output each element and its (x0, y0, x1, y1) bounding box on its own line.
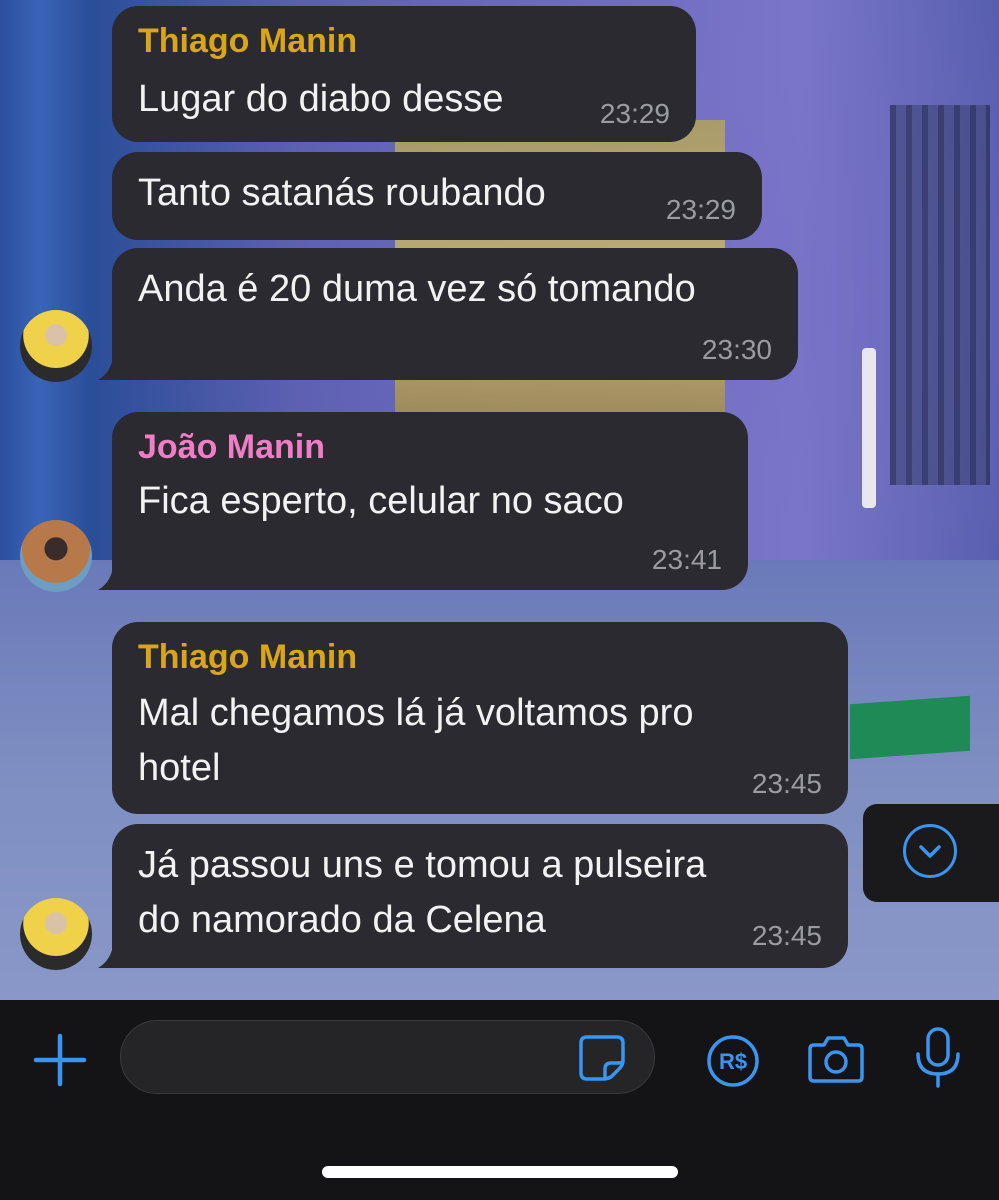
scroll-to-bottom-button[interactable] (863, 804, 999, 902)
wallpaper-green-object (850, 695, 970, 760)
message-bubble[interactable]: Thiago Manin Mal chegamos lá já voltamos… (112, 622, 848, 814)
message-time: 23:45 (751, 920, 822, 951)
bubble-tail (98, 352, 128, 380)
message-text: do namorado da Celena (138, 899, 546, 941)
sender-name[interactable]: João Manin (138, 428, 325, 467)
message-text: Já passou uns e tomou a pulseira (138, 844, 707, 886)
message-text: Lugar do diabo desse (138, 78, 504, 120)
thiago-avatar[interactable] (20, 310, 92, 382)
message-time: 23:29 (665, 194, 736, 225)
chevron-down-circle-icon (903, 824, 957, 878)
message-text: Fica esperto, celular no saco (138, 480, 624, 522)
message-bubble[interactable]: João Manin Fica esperto, celular no saco… (98, 412, 748, 590)
camera-icon[interactable] (806, 1033, 866, 1085)
wallpaper-window (890, 105, 990, 485)
joao-avatar[interactable] (20, 520, 92, 592)
message-bubble[interactable]: Thiago Manin Lugar do diabo desse 23:29 (112, 6, 696, 142)
bubble-tail (98, 940, 128, 968)
message-time: 23:45 (751, 768, 822, 799)
message-bubble[interactable]: Já passou uns e tomou a pulseira do namo… (98, 824, 848, 968)
message-time: 23:30 (701, 334, 772, 365)
bubble-tail (98, 562, 128, 590)
message-text: Mal chegamos lá já voltamos pro (138, 692, 694, 734)
message-bubble[interactable]: Tanto satanás roubando 23:29 (112, 152, 762, 240)
home-indicator[interactable] (322, 1166, 678, 1178)
thiago-avatar[interactable] (20, 898, 92, 970)
sender-name[interactable]: Thiago Manin (138, 22, 357, 61)
sender-name[interactable]: Thiago Manin (138, 638, 357, 677)
message-bubble[interactable]: Anda é 20 duma vez só tomando 23:30 (98, 248, 798, 380)
wallpaper-pole (862, 348, 876, 508)
sticker-icon[interactable] (577, 1033, 627, 1083)
message-text: hotel (138, 747, 221, 789)
message-text: Tanto satanás roubando (138, 172, 546, 214)
message-time: 23:29 (599, 98, 670, 129)
plus-icon[interactable] (30, 1030, 90, 1090)
message-text: Anda é 20 duma vez só tomando (138, 268, 696, 310)
microphone-icon[interactable] (912, 1026, 964, 1090)
message-input[interactable] (120, 1020, 655, 1094)
svg-text:R$: R$ (719, 1049, 747, 1074)
pix-icon[interactable]: R$ (705, 1033, 761, 1089)
message-time: 23:41 (651, 544, 722, 575)
